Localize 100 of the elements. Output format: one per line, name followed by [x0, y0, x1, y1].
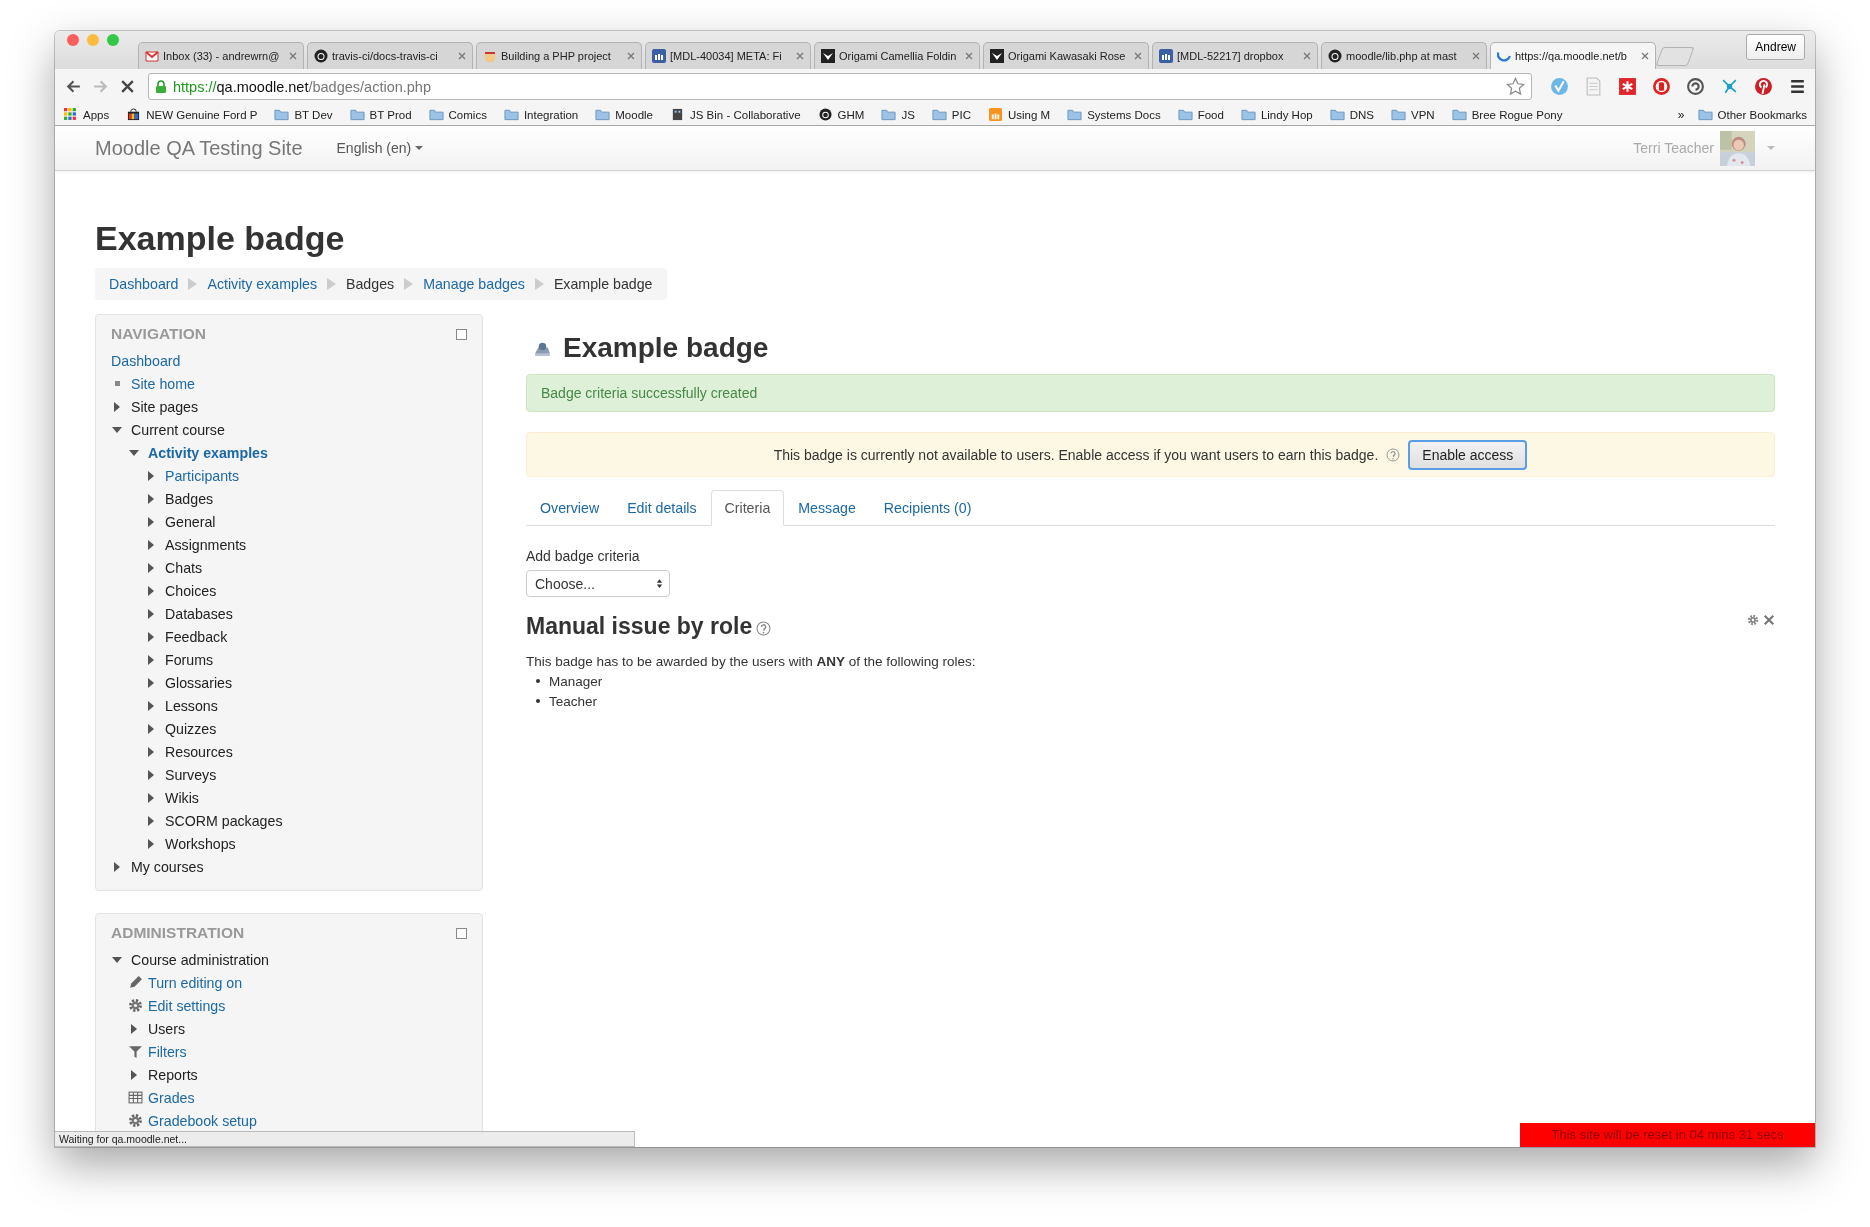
nav-item[interactable]: Assignments [165, 536, 247, 553]
collapsed-arrow-icon[interactable] [114, 401, 120, 412]
collapsed-arrow-icon[interactable] [148, 470, 154, 481]
menu-icon[interactable] [1788, 77, 1807, 96]
more-bookmarks-button[interactable]: » [1677, 107, 1685, 122]
nav-item[interactable]: Feedback [165, 628, 228, 645]
close-icon[interactable] [1641, 52, 1649, 60]
nav-item[interactable]: Glossaries [165, 674, 233, 691]
stop-sign-icon[interactable] [1652, 77, 1671, 96]
bookmark[interactable]: Apps [63, 108, 110, 121]
star-icon[interactable] [1506, 77, 1525, 96]
collapsed-arrow-icon[interactable] [148, 562, 154, 573]
nav-item[interactable]: Workshops [165, 835, 236, 852]
profile-button[interactable]: Andrew [1746, 34, 1805, 60]
nav-item[interactable]: Current course [131, 421, 225, 438]
bookmark[interactable]: JS Bin - Collaborative [670, 108, 801, 121]
collapsed-arrow-icon[interactable] [148, 539, 154, 550]
browser-tab[interactable]: travis-ci/docs-travis-ci [307, 42, 473, 69]
check-circle-icon[interactable] [1550, 77, 1569, 96]
close-icon[interactable] [796, 52, 804, 60]
collapsed-arrow-icon[interactable] [148, 792, 154, 803]
collapsed-arrow-icon[interactable] [148, 654, 154, 665]
bookmark[interactable]: JS [881, 108, 915, 121]
nav-item[interactable]: Forums [165, 651, 214, 668]
browser-tab[interactable]: Inbox (33) - andrewrn@ [138, 42, 304, 69]
browser-tab[interactable]: Building a PHP project [476, 42, 642, 69]
nav-item[interactable]: Resources [165, 743, 233, 760]
nav-item[interactable]: Badges [165, 490, 214, 507]
nav-link[interactable]: Activity examples [148, 444, 268, 461]
collapsed-arrow-icon[interactable] [131, 1023, 137, 1034]
delete-icon[interactable] [1763, 613, 1775, 626]
bookmark[interactable]: Comics [428, 108, 487, 121]
nav-item[interactable]: General [165, 513, 216, 530]
close-icon[interactable] [458, 52, 466, 60]
browser-tab[interactable]: Origami Camellia Foldin [814, 42, 980, 69]
bookmark[interactable]: Integration [503, 108, 579, 121]
site-name[interactable]: Moodle QA Testing Site [95, 136, 303, 160]
bookmark[interactable]: Moodle [595, 108, 653, 121]
nav-link[interactable]: Gradebook setup [148, 1112, 257, 1129]
collapsed-arrow-icon[interactable] [148, 700, 154, 711]
collapsed-arrow-icon[interactable] [148, 493, 154, 504]
nav-item[interactable]: Course administration [131, 951, 269, 968]
back-icon[interactable] [65, 78, 82, 95]
collapsed-arrow-icon[interactable] [148, 677, 154, 688]
nav-link[interactable]: Dashboard [111, 352, 181, 369]
nav-link[interactable]: Filters [148, 1043, 187, 1060]
nav-item[interactable]: Lessons [165, 697, 218, 714]
refresh-icon[interactable] [1686, 77, 1705, 96]
language-menu[interactable]: English (en) [336, 140, 424, 156]
expanded-arrow-icon[interactable] [112, 426, 122, 433]
collapsed-arrow-icon[interactable] [148, 815, 154, 826]
nav-link[interactable]: Turn editing on [148, 974, 243, 991]
collapsed-arrow-icon[interactable] [148, 585, 154, 596]
dock-icon[interactable] [456, 328, 467, 340]
nav-link[interactable]: Edit settings [148, 997, 226, 1014]
stop-icon[interactable] [119, 78, 136, 95]
criteria-select[interactable]: Choose... [526, 570, 670, 597]
pin-icon[interactable] [1754, 77, 1773, 96]
tab[interactable]: Overview [526, 490, 614, 526]
bookmark[interactable]: DNS [1329, 108, 1374, 121]
close-icon[interactable] [289, 52, 297, 60]
tab[interactable]: Message [784, 490, 870, 526]
nav-item[interactable]: Quizzes [165, 720, 217, 737]
nav-link[interactable]: Participants [165, 467, 240, 484]
gear-icon[interactable] [1747, 613, 1759, 626]
close-icon[interactable] [1303, 52, 1311, 60]
tab[interactable]: Criteria [710, 490, 785, 526]
bookmark[interactable]: PIC [931, 108, 971, 121]
tab[interactable]: Recipients (0) [869, 490, 986, 526]
bookmark[interactable]: Other Bookmarks [1697, 108, 1807, 121]
nav-item[interactable]: Users [148, 1020, 186, 1037]
bookmark[interactable]: NEW Genuine Ford P [126, 108, 258, 121]
close-button[interactable] [67, 34, 79, 46]
breadcrumb-link[interactable]: Manage badges [423, 276, 525, 292]
bookmark[interactable]: VPN [1391, 108, 1435, 121]
browser-tab[interactable]: [MDL-40034] META: Fi [645, 42, 811, 69]
collapsed-arrow-icon[interactable] [131, 1069, 137, 1080]
dock-icon[interactable] [456, 927, 467, 939]
collapsed-arrow-icon[interactable] [148, 838, 154, 849]
bookmark[interactable]: GHM [817, 108, 865, 121]
address-bar[interactable]: https://qa.moodle.net/badges/action.php [148, 73, 1532, 100]
breadcrumb-link[interactable]: Dashboard [109, 276, 179, 292]
nav-item[interactable]: Reports [148, 1066, 198, 1083]
breadcrumb-link[interactable]: Activity examples [207, 276, 317, 292]
nav-item[interactable]: Site pages [131, 398, 199, 415]
browser-tab[interactable]: [MDL-52217] dropbox [1152, 42, 1318, 69]
enable-access-button[interactable]: Enable access [1408, 439, 1528, 470]
expanded-arrow-icon[interactable] [129, 449, 139, 456]
close-icon[interactable] [1472, 52, 1480, 60]
collapsed-arrow-icon[interactable] [148, 516, 154, 527]
close-icon[interactable] [627, 52, 635, 60]
bookmark[interactable]: BT Dev [274, 108, 333, 121]
collapsed-arrow-icon[interactable] [148, 608, 154, 619]
bookmark[interactable]: Systems Docs [1067, 108, 1161, 121]
bookmark[interactable]: BT Prod [349, 108, 412, 121]
tab[interactable]: Edit details [613, 490, 711, 526]
bookmark[interactable]: Bree Rogue Pony [1451, 108, 1563, 121]
collapsed-arrow-icon[interactable] [148, 723, 154, 734]
nav-item[interactable]: Surveys [165, 766, 217, 783]
nav-item[interactable]: Databases [165, 605, 233, 622]
